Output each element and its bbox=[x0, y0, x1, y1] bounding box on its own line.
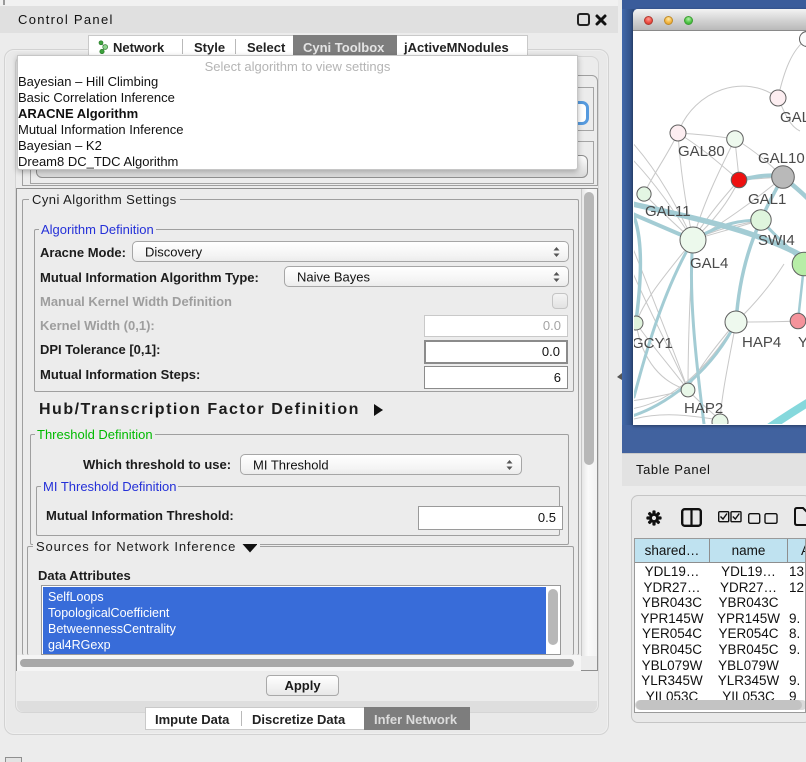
svg-text:HAP4: HAP4 bbox=[742, 334, 781, 351]
svg-text:YM: YM bbox=[798, 334, 806, 351]
svg-text:GAL10: GAL10 bbox=[758, 150, 805, 167]
svg-text:HAP2: HAP2 bbox=[684, 400, 723, 417]
svg-text:GAL4: GAL4 bbox=[690, 255, 728, 272]
svg-text:GAL7: GAL7 bbox=[780, 109, 806, 126]
svg-text:SWI4: SWI4 bbox=[758, 232, 795, 249]
svg-text:GAL80: GAL80 bbox=[678, 143, 725, 160]
svg-text:GAL11: GAL11 bbox=[645, 203, 691, 220]
svg-text:GAL1: GAL1 bbox=[748, 191, 786, 208]
svg-text:GCY1: GCY1 bbox=[634, 335, 673, 352]
